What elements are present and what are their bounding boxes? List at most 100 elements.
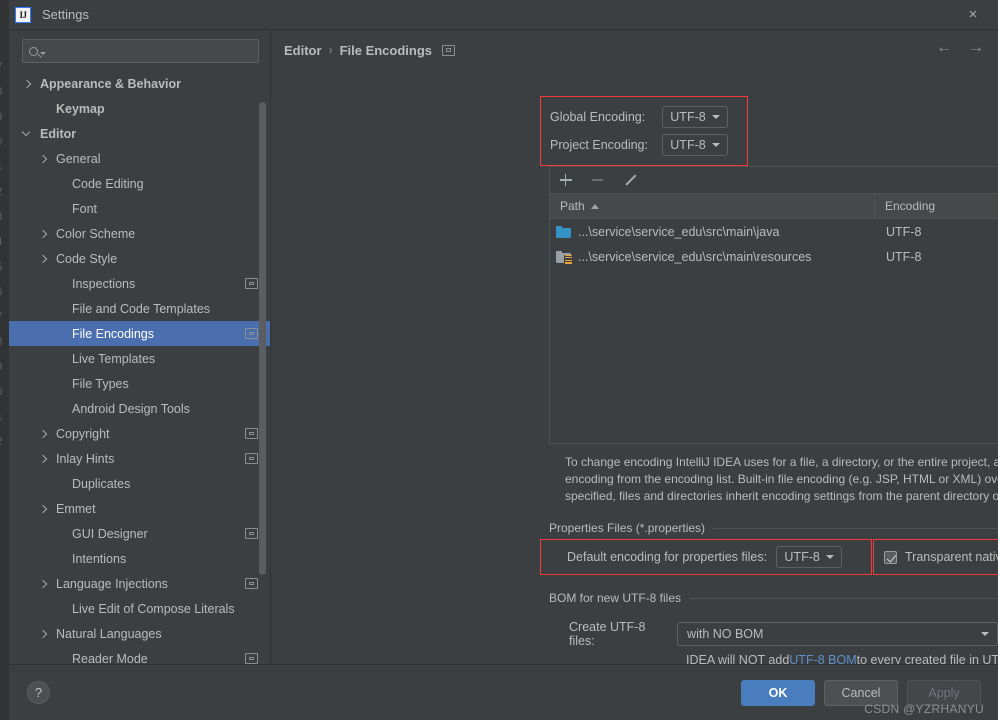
table-cell-path: ...\service\service_edu\src\main\resourc… xyxy=(550,250,875,264)
sidebar-item-label: Inlay Hints xyxy=(56,451,115,466)
chevron-right-icon[interactable] xyxy=(38,154,48,163)
sidebar-item-android-design-tools[interactable]: Android Design Tools xyxy=(9,396,270,421)
table-row[interactable]: ...\service\service_edu\src\main\resourc… xyxy=(550,244,998,269)
global-encoding-row: Global Encoding: UTF-8 xyxy=(550,103,747,131)
sidebar-item-file-types[interactable]: File Types xyxy=(9,371,270,396)
back-arrow-icon[interactable]: ← xyxy=(936,40,952,56)
tree-toggle xyxy=(38,229,53,238)
chevron-right-icon[interactable] xyxy=(38,429,48,438)
create-utf8-files-label: Create UTF-8 files: xyxy=(569,620,646,648)
breadcrumb-parent[interactable]: Editor xyxy=(284,43,322,58)
default-properties-encoding-value: UTF-8 xyxy=(784,550,820,564)
sidebar-item-keymap[interactable]: Keymap xyxy=(9,96,270,121)
editor-line-number: 1 xyxy=(0,412,3,424)
table-row[interactable]: ...\service\service_edu\src\main\java UTF… xyxy=(550,219,998,244)
sidebar-item-inspections[interactable]: Inspections xyxy=(9,271,270,296)
search-container xyxy=(9,30,270,70)
table-cell-path-text: ...\service\service_edu\src\main\java xyxy=(578,224,780,239)
transparent-conversion-row: Transparent native-to-ascii conversion xyxy=(873,539,998,575)
sidebar-item-copyright[interactable]: Copyright xyxy=(9,421,270,446)
sidebar-item-natural-languages[interactable]: Natural Languages xyxy=(9,621,270,646)
forward-arrow-icon[interactable]: → xyxy=(968,40,984,56)
sidebar-item-appearance-behavior[interactable]: Appearance & Behavior xyxy=(9,71,270,96)
column-header-path[interactable]: Path xyxy=(550,194,875,218)
table-cell-path-text: ...\service\service_edu\src\main\resourc… xyxy=(578,249,812,264)
project-encoding-label: Project Encoding: xyxy=(550,138,648,152)
sidebar-item-label: Editor xyxy=(40,126,77,141)
close-icon[interactable]: × xyxy=(962,4,984,26)
sidebar-item-color-scheme[interactable]: Color Scheme xyxy=(9,221,270,246)
settings-dialog: IJ Settings × Appearance & Behavior Keyma… xyxy=(9,0,998,720)
create-utf8-files-dropdown[interactable]: with NO BOM xyxy=(677,622,998,646)
table-cell-path: ...\service\service_edu\src\main\java xyxy=(550,225,875,239)
default-properties-encoding-dropdown[interactable]: UTF-8 xyxy=(776,546,843,568)
table-cell-encoding[interactable]: UTF-8 xyxy=(875,225,921,239)
sidebar-item-label: GUI Designer xyxy=(72,526,148,541)
bom-group-label: BOM for new UTF-8 files xyxy=(549,591,682,605)
sidebar-item-editor[interactable]: Editor xyxy=(9,121,270,146)
chevron-right-icon[interactable] xyxy=(38,629,48,638)
project-scope-icon xyxy=(245,453,258,464)
column-header-encoding[interactable]: Encoding xyxy=(875,194,935,218)
sidebar-item-language-injections[interactable]: Language Injections xyxy=(9,571,270,596)
sidebar-item-live-edit-of-compose-literals[interactable]: Live Edit of Compose Literals xyxy=(9,596,270,621)
sidebar-item-general[interactable]: General xyxy=(9,146,270,171)
chevron-right-icon[interactable] xyxy=(38,254,48,263)
table-cell-encoding[interactable]: UTF-8 xyxy=(875,250,921,264)
sidebar-item-code-editing[interactable]: Code Editing xyxy=(9,171,270,196)
group-divider xyxy=(689,597,998,599)
sidebar-item-gui-designer[interactable]: GUI Designer xyxy=(9,521,270,546)
project-scope-icon xyxy=(245,653,258,664)
sidebar-scrollbar-thumb[interactable] xyxy=(259,102,266,575)
search-input[interactable] xyxy=(49,43,252,59)
breadcrumb-current: File Encodings xyxy=(339,42,433,58)
chevron-down-icon xyxy=(825,555,834,559)
sidebar-item-label: Appearance & Behavior xyxy=(40,76,182,91)
sidebar-item-font[interactable]: Font xyxy=(9,196,270,221)
chevron-right-icon[interactable] xyxy=(38,229,48,238)
chevron-right-icon[interactable] xyxy=(38,454,48,463)
global-encoding-dropdown[interactable]: UTF-8 xyxy=(662,106,728,128)
search-box[interactable] xyxy=(22,39,259,63)
chevron-right-icon[interactable] xyxy=(38,579,48,588)
chevron-right-icon[interactable] xyxy=(38,504,48,513)
intellij-logo-icon: IJ xyxy=(15,6,31,23)
project-scope-icon xyxy=(245,278,258,289)
chevron-right-icon[interactable] xyxy=(22,79,32,88)
tree-toggle xyxy=(38,454,53,463)
transparent-native-to-ascii-checkbox[interactable] xyxy=(884,550,897,564)
sidebar-item-inlay-hints[interactable]: Inlay Hints xyxy=(9,446,270,471)
search-options-caret-icon[interactable] xyxy=(39,52,46,55)
sidebar-item-label: Duplicates xyxy=(72,476,131,491)
create-utf8-files-value: with NO BOM xyxy=(687,627,764,641)
sidebar-item-label: General xyxy=(56,151,101,166)
project-encoding-dropdown[interactable]: UTF-8 xyxy=(662,134,728,156)
transparent-native-to-ascii-label: Transparent native-to-ascii conversion xyxy=(905,550,998,564)
sidebar-item-label: Natural Languages xyxy=(56,626,162,641)
sidebar-item-code-style[interactable]: Code Style xyxy=(9,246,270,271)
sidebar-item-reader-mode[interactable]: Reader Mode xyxy=(9,646,270,664)
settings-tree: Appearance & Behavior Keymap Editor General… xyxy=(9,70,270,664)
help-icon[interactable]: ? xyxy=(27,681,50,704)
default-properties-encoding-row: Default encoding for properties files: U… xyxy=(540,539,872,575)
sidebar-item-intentions[interactable]: Intentions xyxy=(9,546,270,571)
tree-toggle xyxy=(22,79,37,88)
reset-settings-icon[interactable] xyxy=(442,44,456,56)
tree-toggle xyxy=(38,504,53,513)
sidebar-item-emmet[interactable]: Emmet xyxy=(9,496,270,521)
sidebar-item-file-and-code-templates[interactable]: File and Code Templates xyxy=(9,296,270,321)
ok-button[interactable]: OK xyxy=(741,679,815,706)
sidebar-item-duplicates[interactable]: Duplicates xyxy=(9,471,270,496)
folder-source-icon xyxy=(556,225,571,238)
sidebar-item-live-templates[interactable]: Live Templates xyxy=(9,346,270,371)
chevron-down-icon[interactable] xyxy=(21,127,31,137)
search-icon xyxy=(29,46,38,56)
editor-line-number: 9 xyxy=(0,362,3,374)
editor-line-number: 2 xyxy=(0,187,3,199)
dialog-footer: ? OK Cancel Apply CSDN @YZRHANYU xyxy=(9,664,998,720)
tree-toggle xyxy=(21,127,37,137)
add-path-icon[interactable] xyxy=(557,172,574,189)
sidebar-item-label: Android Design Tools xyxy=(72,401,190,416)
project-encoding-row: Project Encoding: UTF-8 xyxy=(550,131,747,159)
sidebar-item-file-encodings[interactable]: File Encodings xyxy=(9,321,270,346)
